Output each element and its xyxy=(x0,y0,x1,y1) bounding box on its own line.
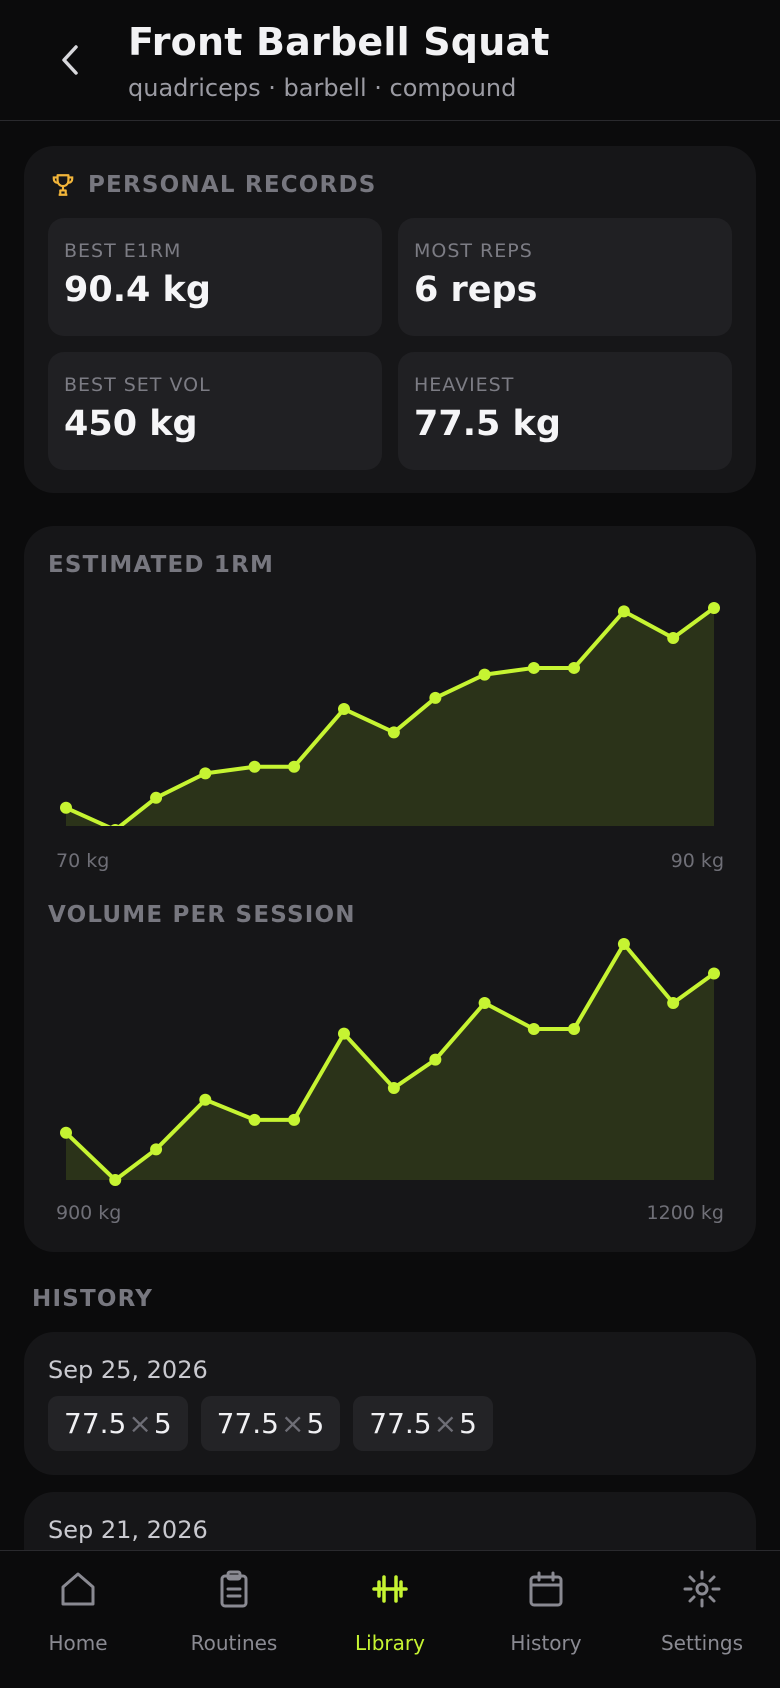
bottom-tab-bar: Home Routines Library History Settings xyxy=(0,1550,780,1688)
set-chip: 77.5 × 5 xyxy=(353,1396,493,1451)
stat-label: MOST REPS xyxy=(414,240,533,262)
stat-most-reps: MOST REPS 6 reps xyxy=(398,218,732,336)
chart-point xyxy=(150,791,163,804)
clipboard-icon xyxy=(220,1570,248,1608)
stat-label: BEST SET VOL xyxy=(64,374,211,396)
chart-point xyxy=(478,668,491,681)
volume-chart xyxy=(60,938,720,1186)
trophy-icon xyxy=(52,174,74,196)
header-bar: Front Barbell Squat quadriceps · barbell… xyxy=(0,0,780,121)
chart-point xyxy=(617,938,630,950)
chart-point xyxy=(617,605,630,618)
times-symbol: × xyxy=(128,1407,152,1440)
history-heading: HISTORY xyxy=(32,1286,154,1312)
tab-label: Home xyxy=(48,1631,108,1655)
e1rm-chart xyxy=(60,602,720,826)
chart-point xyxy=(288,760,301,773)
chart-point xyxy=(708,602,720,614)
stat-label: HEAVIEST xyxy=(414,374,515,396)
tab-settings[interactable]: Settings xyxy=(624,1551,780,1688)
stat-value: 77.5 kg xyxy=(414,404,561,444)
tab-home[interactable]: Home xyxy=(0,1551,156,1688)
set-reps: 5 xyxy=(153,1407,172,1440)
chart-point xyxy=(248,1113,261,1126)
tab-label: Routines xyxy=(190,1631,278,1655)
chart-point xyxy=(199,1093,212,1106)
chevron-left-icon xyxy=(62,45,78,75)
tab-routines[interactable]: Routines xyxy=(156,1551,312,1688)
chart-point xyxy=(150,1143,163,1156)
tab-history[interactable]: History xyxy=(468,1551,624,1688)
tab-label: History xyxy=(510,1631,582,1655)
chart-point xyxy=(199,767,212,780)
chart-point xyxy=(60,1126,72,1139)
chart-point xyxy=(429,1053,442,1066)
chart-point xyxy=(478,997,491,1009)
tab-library[interactable]: Library xyxy=(312,1551,468,1688)
chart-point xyxy=(337,703,350,716)
times-symbol: × xyxy=(433,1407,458,1440)
set-weight: 77.5 xyxy=(64,1407,127,1440)
chart-point xyxy=(109,1174,122,1186)
chart-point xyxy=(337,1027,350,1040)
set-reps: 5 xyxy=(459,1407,477,1440)
stat-heaviest: HEAVIEST 77.5 kg xyxy=(398,352,732,470)
chart-point xyxy=(387,1081,400,1094)
charts-card: ESTIMATED 1RM 70 kg 90 kg VOLUME PER SES… xyxy=(24,526,756,1252)
personal-records-card: PERSONAL RECORDS BEST E1RM 90.4 kg MOST … xyxy=(24,146,756,493)
chart-point xyxy=(568,661,581,674)
set-chip: 77.5 × 5 xyxy=(200,1396,341,1451)
personal-records-label: PERSONAL RECORDS xyxy=(88,172,377,198)
history-session-card[interactable]: Sep 25, 2026 77.5 × 5 77.5 × 5 77.5 × 5 xyxy=(24,1332,756,1475)
chart-point xyxy=(387,726,400,739)
chart-point xyxy=(667,997,680,1009)
stat-best-e1rm: BEST E1RM 90.4 kg xyxy=(48,218,382,336)
page-title: Front Barbell Squat xyxy=(128,20,550,64)
chart-point xyxy=(568,1022,581,1035)
dumbbell-icon xyxy=(372,1575,408,1603)
back-button[interactable] xyxy=(52,40,88,80)
gear-icon xyxy=(683,1570,721,1608)
chart-point xyxy=(429,691,442,704)
volume-min-label: 900 kg xyxy=(56,1202,122,1224)
set-chip: 77.5 × 5 xyxy=(48,1396,188,1451)
stat-value: 90.4 kg xyxy=(64,270,211,310)
volume-max-label: 1200 kg xyxy=(646,1202,724,1224)
chart-point xyxy=(667,631,680,644)
home-icon xyxy=(61,1572,95,1606)
chart-point xyxy=(527,1022,540,1035)
set-weight: 77.5 xyxy=(369,1407,432,1440)
set-chips: 77.5 × 5 77.5 × 5 77.5 × 5 xyxy=(48,1396,493,1451)
stat-best-set-vol: BEST SET VOL 450 kg xyxy=(48,352,382,470)
times-symbol: × xyxy=(280,1407,305,1440)
set-weight: 77.5 xyxy=(216,1407,279,1440)
calendar-icon xyxy=(529,1571,563,1607)
chart-point xyxy=(60,801,72,814)
set-reps: 5 xyxy=(306,1407,325,1440)
chart-point xyxy=(708,967,720,980)
tab-label: Settings xyxy=(660,1631,744,1655)
chart-point xyxy=(288,1113,301,1126)
session-date: Sep 21, 2026 xyxy=(48,1516,208,1544)
stat-value: 6 reps xyxy=(414,270,538,310)
chart-point xyxy=(248,760,261,773)
personal-records-heading: PERSONAL RECORDS xyxy=(50,172,377,198)
tab-label: Library xyxy=(355,1631,425,1655)
stat-label: BEST E1RM xyxy=(64,240,182,262)
stat-value: 450 kg xyxy=(64,404,198,444)
page-subtitle: quadriceps · barbell · compound xyxy=(128,74,517,102)
session-date: Sep 25, 2026 xyxy=(48,1356,208,1384)
chart-point xyxy=(527,661,540,674)
